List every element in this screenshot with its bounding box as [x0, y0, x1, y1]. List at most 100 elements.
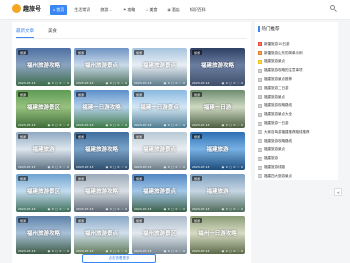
article-card[interactable]: 旅游 福建一日游景点 2023-07-13 ◉ 0 ▢ 0 ♡ 0 — [132, 90, 187, 128]
hot-recommend-item[interactable]: 4 福建旅游攻略的注意事项 — [258, 66, 336, 75]
article-card[interactable]: 旅游 福州一日游攻略 2023-07-13 ◉ 0 ▢ 0 ♡ 0 — [190, 216, 245, 254]
card-category[interactable]: 旅游 — [18, 50, 29, 55]
card-category[interactable]: 旅游 — [18, 176, 29, 181]
like-icon: ♡ — [62, 165, 66, 169]
card-views: 0 — [109, 123, 112, 127]
card-title[interactable]: 福州旅游景点 — [77, 61, 126, 69]
tab-1[interactable]: 美食 — [48, 28, 57, 38]
card-title[interactable]: 福建一日游景点 — [135, 103, 184, 111]
card-title[interactable]: 福建旅游景区 — [19, 103, 68, 111]
hot-recommend-item[interactable]: 11 大家自驾游福建推荐路线推荐 — [258, 128, 336, 137]
article-card[interactable]: 旅游 福建旅游攻略 2023-07-13 ◉ 0 ▢ 0 ♡ 0 — [74, 174, 129, 212]
card-title[interactable]: 福建旅游 — [19, 145, 68, 153]
article-card[interactable]: 旅游 福建旅游景点 2023-07-13 ◉ 0 ▢ 0 ♡ 0 — [132, 48, 187, 86]
search-icon[interactable] — [330, 5, 335, 10]
card-title[interactable]: 福州旅游攻略 — [19, 229, 68, 237]
card-category[interactable]: 旅游 — [76, 50, 87, 55]
card-title[interactable]: 福州旅游攻略 — [19, 61, 68, 69]
hot-recommend-item[interactable]: 12 福建旅游攻略路线 — [258, 137, 336, 146]
hot-recommend-item[interactable]: 1 新疆旅游10日游 — [258, 40, 336, 49]
card-category[interactable]: 旅游 — [76, 92, 87, 97]
article-card[interactable]: 旅游 福建旅游 2023-07-13 ◉ 0 ▢ 0 ♡ 0 — [16, 132, 71, 170]
article-card[interactable]: 旅游 福建旅游攻略 2023-07-13 ◉ 0 ▢ 0 ♡ 0 — [190, 48, 245, 86]
card-category[interactable]: 旅游 — [18, 218, 29, 223]
hot-recommend-item[interactable]: 3 福建旅游景点 — [258, 58, 336, 67]
article-card[interactable]: 旅游福州旅游景区 2023-07-13 ◉ 0 ▢ 0 ♡ 0 — [132, 216, 187, 254]
hot-recommend-item[interactable]: 5 福建旅游景点推荐 — [258, 75, 336, 84]
article-card[interactable]: 旅游 福建旅游 2023-07-13 ◉ 0 ▢ 0 ♡ 0 — [190, 174, 245, 212]
card-title[interactable]: 福建旅游攻略 — [77, 145, 126, 153]
card-category[interactable]: 旅游 — [18, 134, 29, 139]
card-category[interactable]: 旅游 — [192, 218, 203, 223]
nav-item-5[interactable]: ▣ 酒店 — [164, 5, 182, 15]
eye-icon: ◉ — [163, 123, 167, 127]
hot-recommend-item[interactable]: 13 福建旅游景点 — [258, 146, 336, 155]
card-title[interactable]: 福建旅游攻略 — [193, 61, 242, 69]
nav-item-1[interactable]: 生活常识 — [71, 5, 93, 15]
article-card[interactable]: 旅游 福建一日游 2023-07-13 ◉ 0 ▢ 0 ♡ 0 — [190, 90, 245, 128]
hot-recommend-item[interactable]: 7 福建旅游景点 — [258, 93, 336, 102]
card-stats: ◉ 0 ▢ 0 ♡ 0 — [164, 249, 185, 253]
card-stats: ◉ 0 ▢ 0 ♡ 0 — [164, 207, 185, 211]
card-likes: 0 — [67, 81, 69, 85]
card-title[interactable]: 福州一日游攻略 — [193, 229, 242, 237]
article-card[interactable]: 旅游 福州旅游景点 2023-07-13 ◉ 0 ▢ 0 ♡ 0 — [74, 216, 129, 254]
card-title[interactable]: 福州旅游景点 — [77, 229, 126, 237]
card-category[interactable]: 旅游 — [192, 134, 203, 139]
card-category[interactable]: 旅游 — [18, 92, 29, 97]
hot-recommend-item[interactable]: 8 福建旅游攻略路线 — [258, 102, 336, 111]
card-category[interactable]: 旅游 — [192, 50, 203, 55]
card-title[interactable]: 福建旅游景区 — [19, 187, 68, 195]
card-category[interactable]: 旅游 — [134, 218, 145, 223]
card-category[interactable]: 旅游 — [134, 92, 145, 97]
article-card[interactable]: 旅游 福建旅游景区 2023-07-13 ◉ 0 ▢ 0 ♡ 0 — [16, 174, 71, 212]
card-title[interactable]: 福建旅游 — [193, 145, 242, 153]
card-title[interactable]: 福建旅游景点 — [135, 145, 184, 153]
hot-recommend-item[interactable]: 2 新疆旅游山东的简单示例 — [258, 49, 336, 58]
article-card[interactable]: 旅游 福建一日游攻略 2023-07-13 ◉ 0 ▢ 0 ♡ 0 — [74, 90, 129, 128]
card-stats: ◉ 0 ▢ 0 ♡ 0 — [164, 165, 185, 169]
card-category[interactable]: 旅游 — [134, 176, 145, 181]
hot-recommend-item[interactable]: 14 福建旅游 — [258, 154, 336, 163]
card-title[interactable]: 福建旅游 — [193, 187, 242, 195]
card-title[interactable]: 福建一日游攻略 — [77, 103, 126, 111]
card-meta: 2023-07-13 ◉ 0 ▢ 0 ♡ 0 — [134, 249, 185, 253]
card-title[interactable]: 福建旅游景点 — [135, 187, 184, 195]
nav-item-6[interactable]: 知识百科 — [187, 5, 209, 15]
card-category[interactable]: 旅游 — [134, 50, 145, 55]
article-card[interactable]: 旅游 福建旅游景点 2023-07-13 ◉ 0 ▢ 0 ♡ 0 — [132, 132, 187, 170]
card-category[interactable]: 旅游 — [76, 218, 87, 223]
card-title[interactable]: 福建旅游景点 — [135, 61, 184, 69]
card-category[interactable]: 旅游 — [192, 92, 203, 97]
article-card[interactable]: 旅游 福州旅游攻略 2023-07-13 ◉ 0 ▢ 0 ♡ 0 — [16, 216, 71, 254]
article-card[interactable]: 旅游 福州旅游攻略 2023-07-13 ◉ 0 ▢ 0 ♡ 0 — [16, 48, 71, 86]
card-title[interactable]: 福州旅游景区 — [135, 229, 184, 237]
article-card[interactable]: 旅游 福州旅游景点 2023-07-13 ◉ 0 ▢ 0 ♡ 0 — [74, 48, 129, 86]
hot-recommend-item[interactable]: 6 福建旅游二日游 — [258, 84, 336, 93]
article-card[interactable]: 旅游 福建旅游景区 2023-07-13 ◉ 0 ▢ 0 ♡ 0 — [16, 90, 71, 128]
hot-recommend-item[interactable]: 9 福建旅游景点大全 — [258, 110, 336, 119]
card-category[interactable]: 旅游 — [76, 134, 87, 139]
card-title[interactable]: 福建旅游攻略 — [77, 187, 126, 195]
nav-item-3[interactable]: ⚑ 攻略 — [120, 5, 138, 15]
card-title[interactable]: 福建一日游 — [193, 103, 242, 111]
article-card[interactable]: 旅游 福建旅游景点 2023-07-13 ◉ 0 ▢ 0 ♡ 0 — [132, 174, 187, 212]
eye-icon: ◉ — [163, 207, 167, 211]
tab-0[interactable]: 最新文章 — [16, 28, 34, 38]
hot-recommend-item[interactable]: 10 福建旅游一日游 — [258, 119, 336, 128]
hot-recommend-item[interactable]: 15 福建旅游线路 — [258, 163, 336, 172]
card-category[interactable]: 旅游 — [192, 176, 203, 181]
nav-item-4[interactable]: ♨ 美食 — [142, 5, 160, 15]
hot-recommend-item[interactable]: 16 福建四大旅游景点 — [258, 172, 336, 181]
comment-icon: ▢ — [113, 207, 116, 211]
share-icon[interactable]: ⋖ — [334, 188, 342, 196]
nav-item-2[interactable]: 旅游 ⌄ — [97, 5, 116, 15]
site-logo[interactable]: 趣旅号 — [12, 4, 41, 13]
card-category[interactable]: 旅游 — [76, 176, 87, 181]
load-more-button[interactable]: 点击查看更多 — [82, 254, 156, 263]
article-card[interactable]: 旅游 福建旅游 2023-07-13 ◉ 0 ▢ 0 ♡ 0 — [190, 132, 245, 170]
nav-item-0[interactable]: ⌂ 首页 — [50, 5, 68, 15]
article-card[interactable]: 旅游 福建旅游攻略 2023-07-13 ◉ 0 ▢ 0 ♡ 0 — [74, 132, 129, 170]
card-date: 2023-07-13 — [192, 165, 210, 169]
card-category[interactable]: 旅游 — [134, 134, 145, 139]
